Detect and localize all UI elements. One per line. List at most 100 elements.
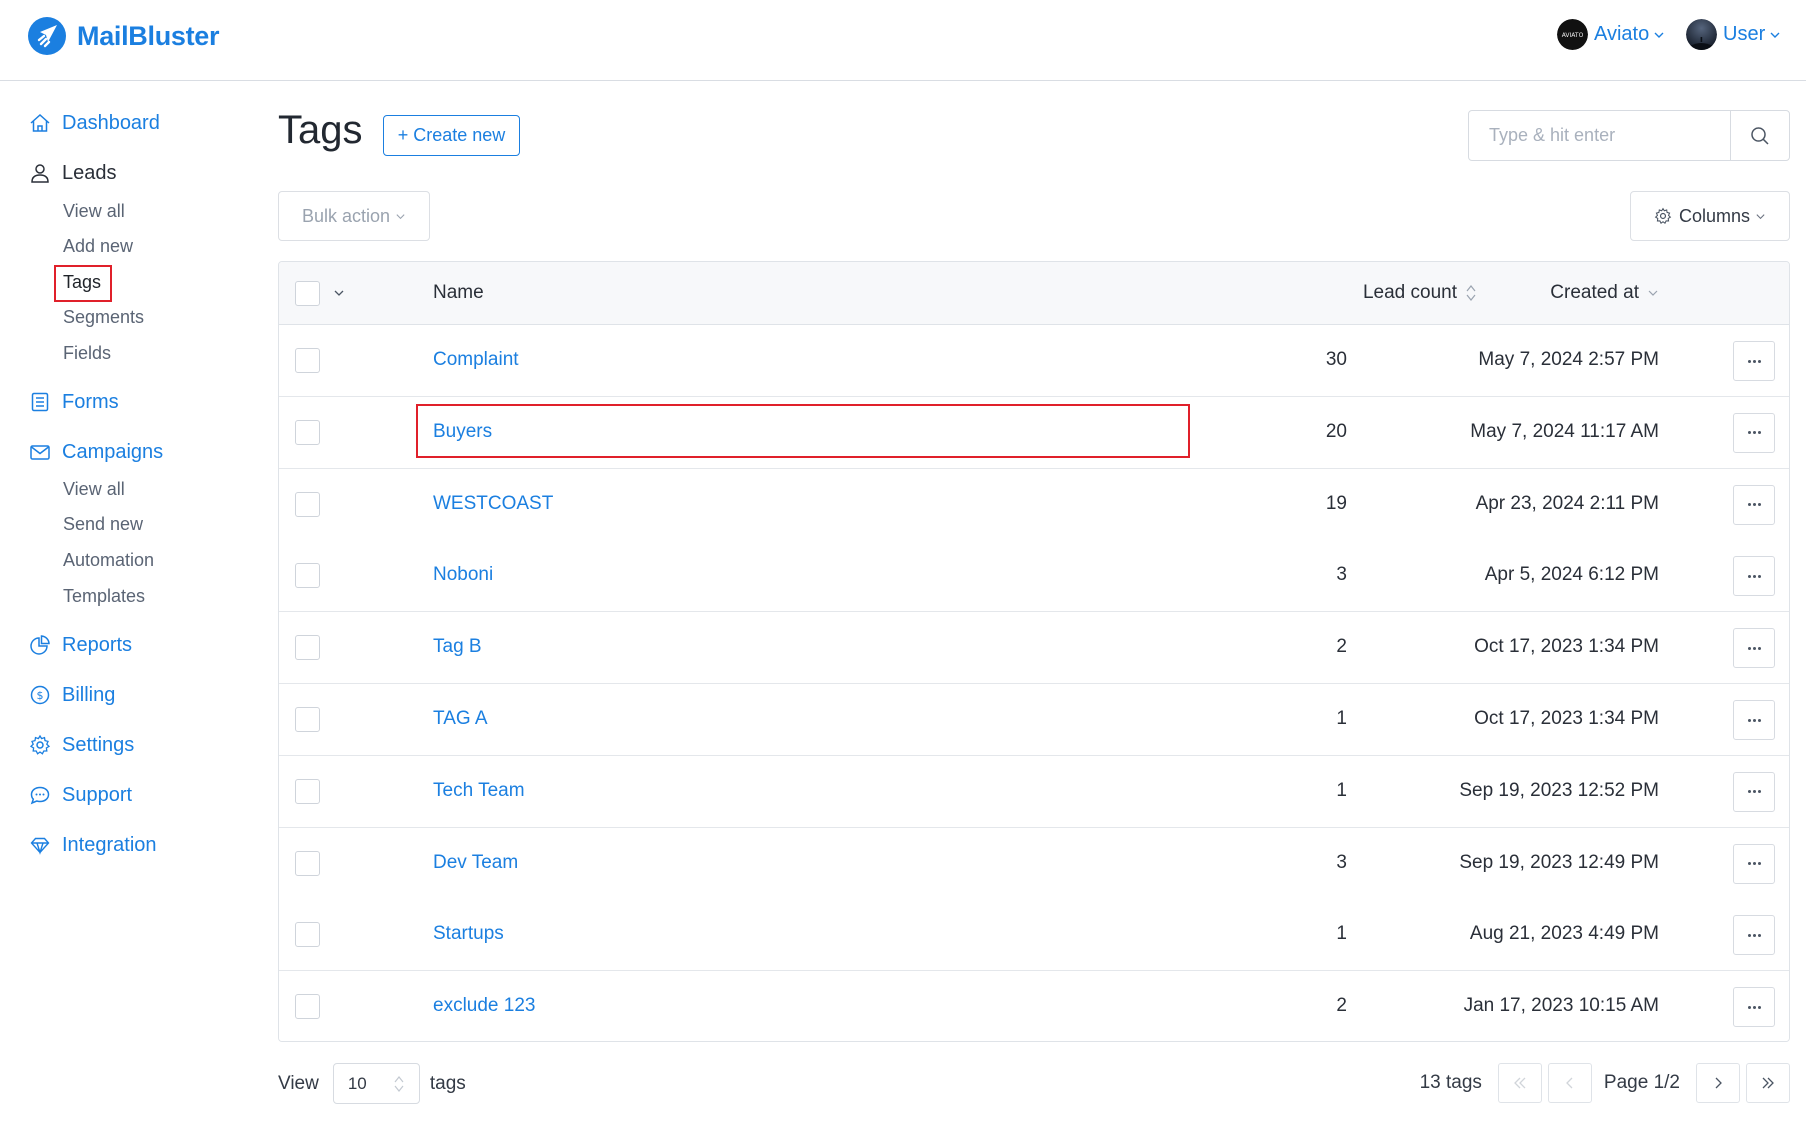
row-checkbox[interactable] [295, 922, 320, 948]
tag-name-link[interactable]: Startups [433, 923, 504, 945]
create-new-button[interactable]: + Create new [383, 115, 520, 156]
more-dot-icon [1757, 431, 1761, 435]
more-dot-icon [1747, 503, 1751, 507]
row-actions-button[interactable] [1733, 915, 1775, 956]
sidebar-subitem-campaigns-send-new[interactable]: Send new [63, 514, 143, 535]
row-checkbox[interactable] [295, 850, 320, 876]
sidebar-subitem-leads-fields[interactable]: Fields [63, 343, 111, 364]
row-checkbox[interactable] [295, 707, 320, 732]
first-page-button[interactable] [1497, 1063, 1542, 1103]
more-dot-icon [1747, 933, 1751, 937]
more-dot-icon [1757, 646, 1761, 650]
select-options-chevron-icon[interactable] [333, 287, 345, 299]
sidebar-subitem-leads-segments[interactable]: Segments [63, 307, 144, 328]
organization-name: Aviato [1594, 23, 1650, 45]
sidebar-item-label: Dashboard [62, 111, 160, 134]
sidebar-item-dashboard[interactable]: Dashboard [28, 111, 160, 135]
row-checkbox[interactable] [295, 563, 320, 589]
user-menu[interactable]: User [1686, 19, 1781, 50]
organization-switcher[interactable]: AVIATO Aviato [1557, 19, 1665, 50]
tag-name-link[interactable]: Tech Team [433, 780, 525, 802]
select-all-checkbox[interactable] [295, 281, 320, 306]
sidebar-subitem-campaigns-templates[interactable]: Templates [63, 586, 145, 607]
row-actions-button[interactable] [1733, 700, 1775, 740]
tag-name-link[interactable]: TAG A [433, 708, 488, 730]
table-row: exclude 123 2 Jan 17, 2023 10:15 AM [279, 971, 1789, 1041]
row-checkbox[interactable] [295, 635, 320, 661]
per-page-select[interactable]: 10 [332, 1063, 420, 1104]
home-icon [28, 111, 52, 135]
more-dot-icon [1757, 574, 1761, 578]
diamond-icon [28, 833, 52, 857]
row-actions-button[interactable] [1733, 484, 1775, 525]
double-chevron-left-icon [1514, 1077, 1526, 1089]
sort-descending-icon [1648, 290, 1658, 296]
table-row: Complaint 30 May 7, 2024 2:57 PM [279, 325, 1789, 397]
row-checkbox[interactable] [295, 994, 320, 1020]
sidebar-subitem-campaigns-automation[interactable]: Automation [63, 550, 154, 571]
row-checkbox[interactable] [295, 419, 320, 445]
sidebar-subitem-leads-view-all[interactable]: View all [63, 201, 125, 222]
sidebar-item-label: Billing [62, 683, 116, 706]
previous-page-button[interactable] [1547, 1063, 1592, 1103]
sidebar-subitem-leads-add-new[interactable]: Add new [63, 236, 133, 257]
column-header-created-at[interactable]: Created at [1550, 282, 1659, 304]
created-at: Jan 17, 2023 10:15 AM [1463, 995, 1659, 1017]
mailbluster-logo-icon [28, 17, 66, 55]
sidebar-item-settings[interactable]: Settings [28, 733, 134, 757]
tag-name-link[interactable]: WESTCOAST [433, 493, 553, 515]
more-dot-icon [1747, 718, 1751, 722]
pie-chart-icon [28, 633, 52, 657]
row-actions-button[interactable] [1733, 987, 1775, 1028]
row-checkbox[interactable] [295, 348, 320, 373]
row-actions-button[interactable] [1733, 771, 1775, 812]
lead-count: 20 [1325, 420, 1347, 442]
more-dot-icon [1757, 503, 1761, 507]
sidebar-subitem-campaigns-view-all[interactable]: View all [63, 479, 125, 500]
tag-name-link[interactable]: Dev Team [433, 852, 518, 874]
svg-text:$: $ [37, 689, 44, 702]
lead-count: 1 [1336, 923, 1347, 945]
tag-name-link[interactable]: Noboni [433, 564, 493, 586]
column-header-name[interactable]: Name [433, 282, 484, 304]
columns-dropdown[interactable]: Columns [1630, 191, 1790, 241]
last-page-button[interactable] [1746, 1063, 1790, 1103]
tag-name-link[interactable]: Complaint [433, 349, 519, 371]
sidebar-item-campaigns[interactable]: Campaigns [28, 440, 163, 464]
bulk-action-label: Bulk action [301, 205, 391, 226]
sidebar-item-leads[interactable]: Leads [28, 161, 117, 185]
created-at: Apr 23, 2024 2:11 PM [1475, 492, 1659, 514]
search-input[interactable] [1469, 111, 1730, 160]
search-button[interactable] [1730, 111, 1789, 160]
row-actions-button[interactable] [1733, 412, 1775, 453]
column-header-lead-count[interactable]: Lead count [1363, 282, 1477, 304]
logo[interactable]: MailBluster [27, 16, 220, 56]
gear-icon [28, 733, 52, 757]
row-actions-button[interactable] [1733, 341, 1775, 381]
more-dot-icon [1757, 359, 1761, 363]
row-checkbox[interactable] [295, 778, 320, 804]
sort-icon [1466, 285, 1476, 301]
sidebar-item-billing[interactable]: $ Billing [28, 683, 115, 707]
more-dot-icon [1757, 1005, 1761, 1009]
bulk-action-dropdown[interactable]: Bulk action [278, 191, 430, 241]
tag-name-link[interactable]: Buyers [433, 421, 492, 443]
lead-count: 3 [1336, 564, 1347, 586]
sidebar-item-forms[interactable]: Forms [28, 390, 119, 414]
table-row: Tech Team 1 Sep 19, 2023 12:52 PM [279, 755, 1789, 828]
more-dot-icon [1752, 503, 1756, 507]
chevron-down-icon [1770, 32, 1780, 38]
row-actions-button[interactable] [1733, 556, 1775, 597]
sidebar-item-support[interactable]: Support [28, 783, 132, 807]
per-page-value: 10 [347, 1073, 367, 1093]
sidebar-item-reports[interactable]: Reports [28, 633, 132, 657]
row-actions-button[interactable] [1733, 843, 1775, 884]
lead-count: 30 [1325, 349, 1347, 370]
sidebar-item-integration[interactable]: Integration [28, 833, 157, 857]
tag-name-link[interactable]: exclude 123 [433, 995, 535, 1017]
tag-name-link[interactable]: Tag B [433, 636, 482, 658]
row-actions-button[interactable] [1733, 628, 1775, 669]
row-checkbox[interactable] [295, 491, 320, 517]
table-header: Name Lead count Created at [279, 262, 1789, 325]
next-page-button[interactable] [1696, 1063, 1740, 1103]
